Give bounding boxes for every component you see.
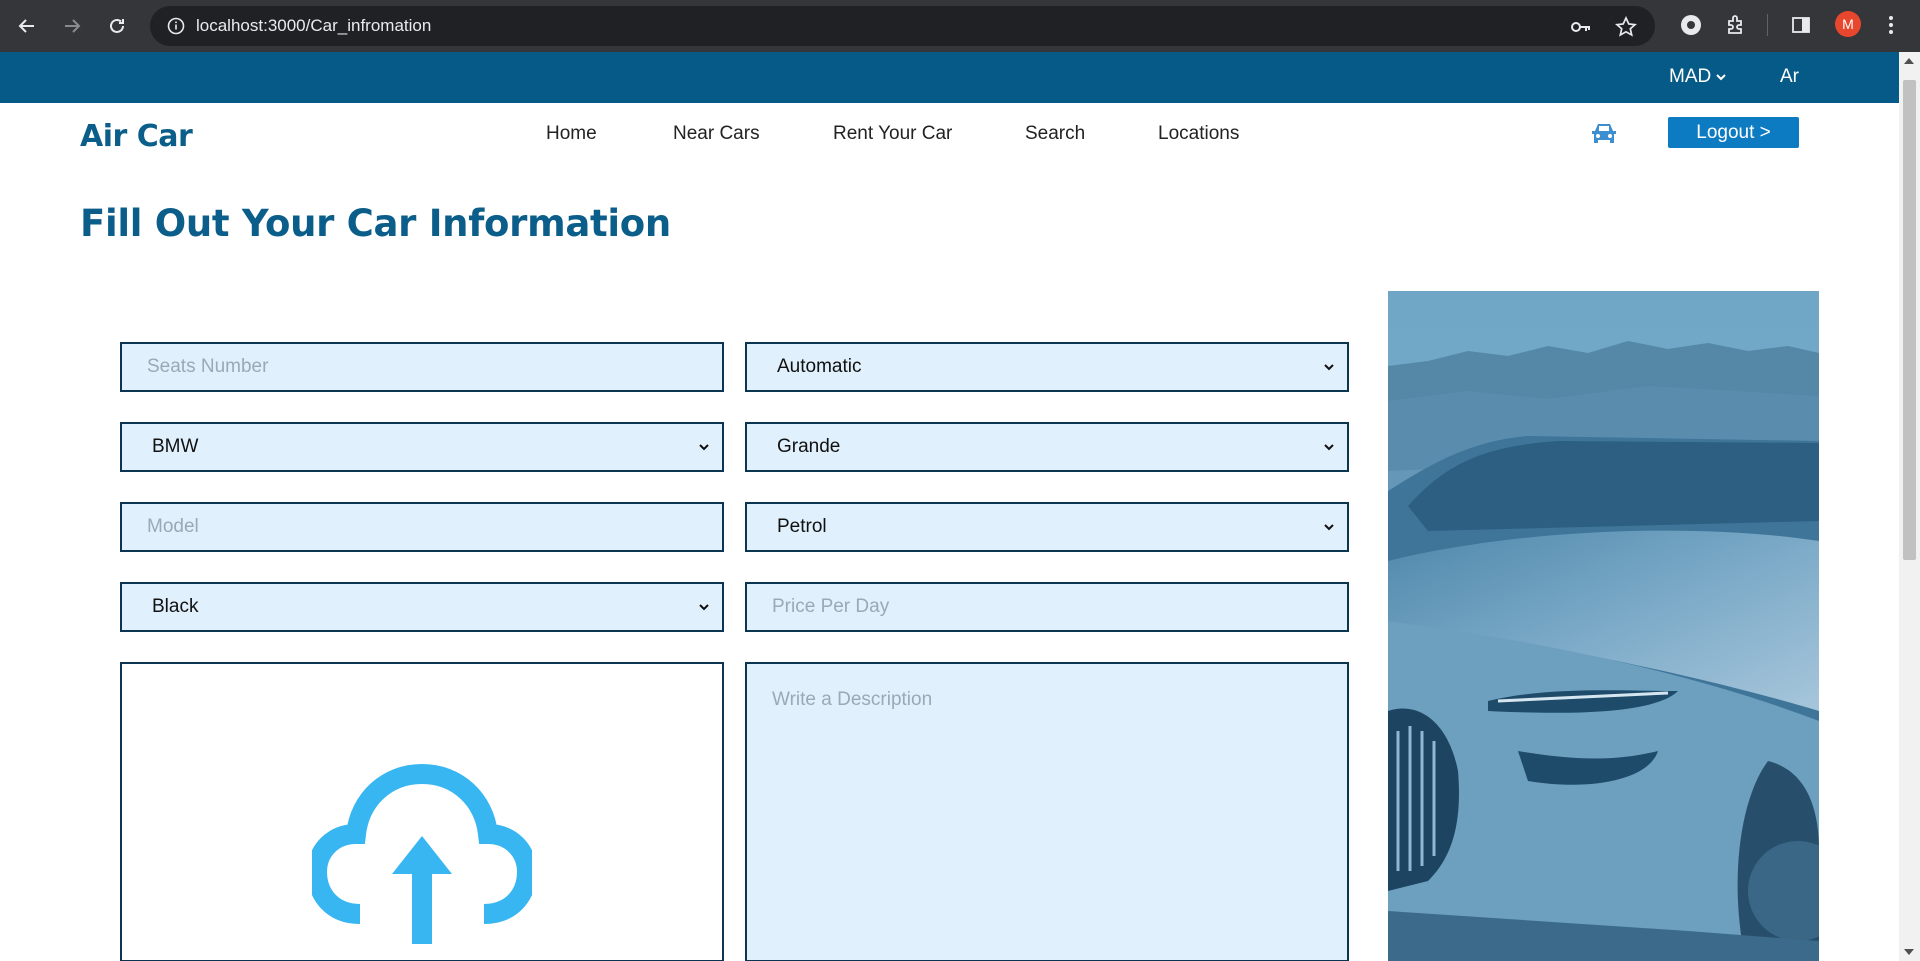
color-select[interactable]: Black (120, 582, 724, 632)
reload-icon[interactable] (102, 11, 132, 41)
seats-number-input[interactable] (120, 342, 724, 392)
car-photo (1388, 291, 1819, 961)
chevron-down-icon (1324, 364, 1334, 371)
brand-select[interactable]: BMW (120, 422, 724, 472)
side-panel-icon[interactable] (1788, 12, 1814, 38)
color-value: Black (152, 596, 199, 617)
site-info-icon[interactable] (156, 6, 196, 46)
description-textarea[interactable] (745, 662, 1349, 961)
brand-value: BMW (152, 436, 199, 457)
currency-label: MAD (1669, 66, 1712, 87)
language-switch[interactable]: Ar (1780, 66, 1799, 88)
forward-icon[interactable] (57, 11, 87, 41)
city-value: Grande (777, 436, 841, 457)
transmission-select[interactable]: Automatic (745, 342, 1349, 392)
transmission-value: Automatic (777, 356, 862, 377)
top-bar: MAD Ar (0, 52, 1899, 103)
fuel-select[interactable]: Petrol (745, 502, 1349, 552)
toolbar-divider (1767, 14, 1768, 36)
browser-chrome: localhost:3000/Car_infromation M (0, 0, 1920, 52)
cloud-upload-icon (312, 764, 532, 944)
chevron-down-icon (1716, 74, 1726, 81)
currency-selector[interactable]: MAD (1669, 66, 1727, 88)
price-per-day-input[interactable] (745, 582, 1349, 632)
page-title: Fill Out Your Car Information (80, 202, 671, 245)
url-text[interactable]: localhost:3000/Car_infromation (196, 16, 431, 36)
extension-icon[interactable] (1678, 12, 1704, 38)
logo[interactable]: Air Car (80, 119, 193, 154)
extensions-puzzle-icon[interactable] (1723, 12, 1749, 38)
image-upload-area[interactable] (120, 662, 724, 961)
back-icon[interactable] (12, 11, 42, 41)
car-icon[interactable] (1589, 121, 1619, 147)
model-input[interactable] (120, 502, 724, 552)
chevron-down-icon (699, 604, 709, 611)
address-bar[interactable]: localhost:3000/Car_infromation (150, 6, 1655, 46)
nav-search[interactable]: Search (1025, 123, 1085, 145)
page: MAD Ar Air Car Home Near Cars Rent Your … (0, 52, 1899, 961)
nav-locations[interactable]: Locations (1158, 123, 1239, 145)
chevron-down-icon (1324, 444, 1334, 451)
page-scrollbar[interactable] (1899, 52, 1920, 961)
bookmark-star-icon[interactable] (1615, 16, 1637, 38)
scroll-up-icon[interactable] (1904, 58, 1914, 64)
chevron-down-icon (699, 444, 709, 451)
city-select[interactable]: Grande (745, 422, 1349, 472)
site-header: Air Car Home Near Cars Rent Your Car Sea… (0, 103, 1899, 168)
chevron-down-icon (1324, 524, 1334, 531)
logout-button[interactable]: Logout > (1668, 117, 1799, 148)
profile-avatar[interactable]: M (1835, 11, 1861, 37)
nav-near-cars[interactable]: Near Cars (673, 123, 760, 145)
scrollbar-thumb[interactable] (1903, 80, 1916, 560)
scroll-down-icon[interactable] (1904, 949, 1914, 955)
more-menu-icon[interactable] (1878, 12, 1904, 38)
nav-rent-your-car[interactable]: Rent Your Car (833, 123, 952, 145)
nav-home[interactable]: Home (546, 123, 597, 145)
fuel-value: Petrol (777, 516, 827, 537)
password-key-icon[interactable] (1570, 16, 1592, 38)
